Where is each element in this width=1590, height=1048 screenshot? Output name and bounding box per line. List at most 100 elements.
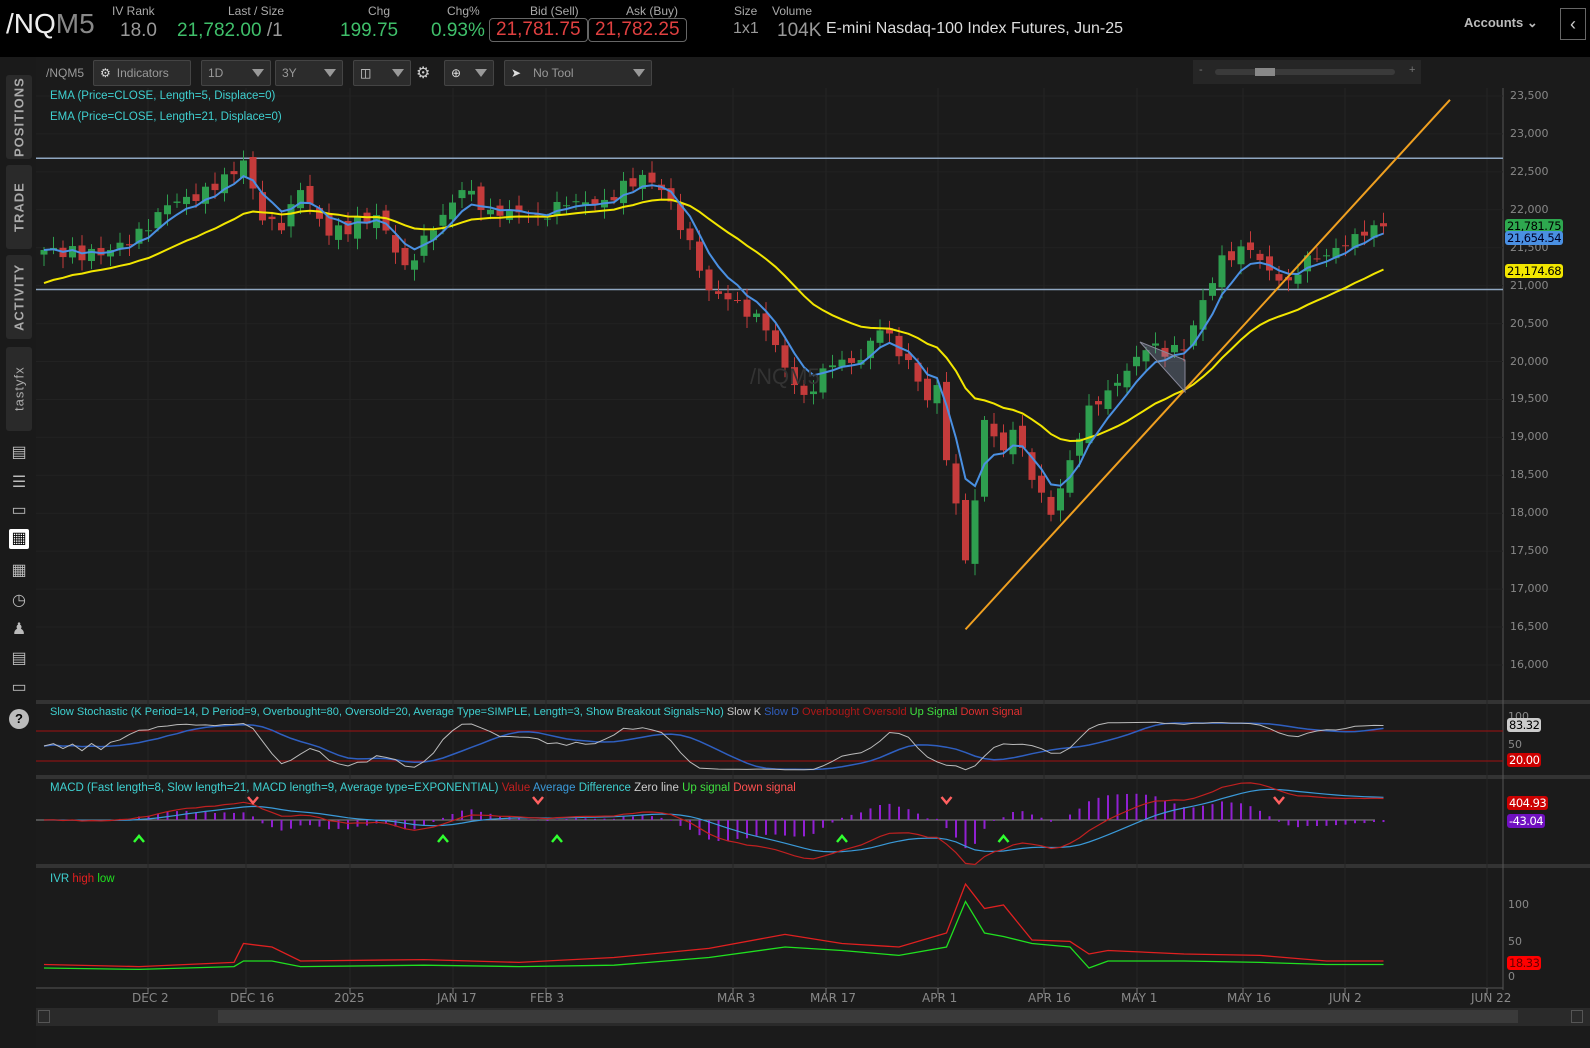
candle-body: [1009, 429, 1017, 455]
candle-body: [829, 365, 836, 368]
candle-body: [268, 216, 276, 220]
price-axis-label: 22,500: [1510, 164, 1549, 178]
candle-body: [1228, 251, 1235, 261]
ivr-study-label[interactable]: IVR: [50, 873, 69, 885]
candle-body: [772, 330, 779, 346]
candle-body: [335, 225, 342, 240]
up-signal-arrow: [836, 834, 848, 843]
scroll-left-button[interactable]: [38, 1010, 50, 1023]
candle-body: [173, 201, 181, 203]
candle-body: [192, 194, 200, 201]
candle-body: [1047, 496, 1055, 515]
price-axis-label: 17,000: [1510, 582, 1549, 596]
price-axis-label: 20,500: [1510, 316, 1549, 330]
candle-body: [88, 248, 95, 262]
candle-body: [762, 313, 770, 331]
legend-overbought: Overbought: [802, 706, 860, 718]
candle-body: [810, 391, 817, 395]
date-axis-label: DEC 2: [132, 991, 169, 1005]
candle-body: [696, 241, 703, 271]
ema21-study-label[interactable]: EMA (Price=CLOSE, Length=21, Displace=0): [50, 111, 282, 123]
up-signal-arrow: [997, 834, 1010, 843]
candle-body: [1038, 475, 1045, 493]
candle-body: [1294, 274, 1302, 284]
watermark-symbol: /NQM5: [750, 364, 820, 389]
candle-body: [278, 222, 285, 231]
price-axis-label: 16,500: [1510, 620, 1549, 634]
candle-body: [411, 260, 418, 270]
candle-body: [971, 500, 979, 564]
candle-body: [943, 381, 950, 461]
slow-k-line: [43, 721, 1384, 771]
candle-body: [1104, 390, 1112, 409]
candle-body: [1266, 256, 1273, 271]
price-axis-label: 20,000: [1510, 354, 1549, 368]
stoch-study-label[interactable]: Slow Stochastic (K Period=14, D Period=9…: [50, 706, 724, 718]
candle-body: [753, 313, 760, 318]
candle-body: [1323, 255, 1330, 257]
slow-d-line: [43, 722, 1384, 771]
date-axis-label: FEB 3: [530, 991, 565, 1005]
down-signal-arrow: [532, 796, 544, 805]
price-axis-label: 17,500: [1510, 544, 1549, 558]
candle-body: [1256, 253, 1264, 261]
date-axis-label: 2025: [334, 991, 365, 1005]
price-axis-label: 18,500: [1510, 468, 1549, 482]
down-signal-arrow: [247, 796, 259, 805]
candle-body: [1152, 343, 1159, 346]
candle-body: [458, 190, 466, 199]
ivr-axis-100: 100: [1508, 898, 1529, 911]
legend-slow-k: Slow K: [726, 706, 762, 718]
price-axis-label: 19,500: [1510, 392, 1549, 406]
candle-body: [848, 358, 855, 363]
date-axis-label: DEC 16: [230, 991, 275, 1005]
candle-body: [705, 269, 713, 291]
price-axis-label: 23,000: [1510, 126, 1549, 140]
ema5-study-label[interactable]: EMA (Price=CLOSE, Length=5, Displace=0): [50, 90, 275, 102]
candle-body: [1057, 488, 1064, 511]
price-chart-svg[interactable]: [0, 0, 1590, 1048]
legend-slow-d: Slow D: [764, 706, 799, 718]
macd-study-label[interactable]: MACD (Fast length=8, Slow length=21, MAC…: [50, 782, 499, 794]
legend-value: Value: [501, 782, 531, 794]
candle-body: [382, 210, 390, 231]
down-signal-arrow: [940, 796, 953, 805]
candle-body: [743, 299, 751, 317]
price-axis-label: 18,000: [1510, 506, 1549, 520]
candle-body: [1380, 223, 1387, 227]
scroll-right-button[interactable]: [1571, 1010, 1583, 1023]
candle-body: [1209, 283, 1216, 296]
horizontal-scrollbar[interactable]: [36, 1008, 1590, 1026]
candle-body: [1247, 242, 1254, 251]
ivr-axis-0: 0: [1508, 970, 1515, 983]
stoch-k-tag: 83.32: [1507, 718, 1542, 732]
macd-legend: MACD (Fast length=8, Slow length=21, MAC…: [50, 782, 796, 794]
legend-zero-line: Zero line: [634, 782, 679, 794]
date-axis-label: JUN 22: [1471, 991, 1512, 1005]
candle-body: [1218, 255, 1226, 288]
candle-body: [620, 180, 627, 204]
legend-high: high: [72, 873, 95, 885]
ema21-tag: 21,174.68: [1505, 264, 1564, 278]
scrollbar-thumb[interactable]: [218, 1010, 1518, 1023]
candle-body: [715, 291, 722, 294]
ema21-line: [43, 198, 1384, 443]
date-axis-label: MAY 16: [1227, 991, 1272, 1005]
candle-body: [990, 423, 998, 437]
candle-body: [1123, 370, 1131, 388]
candle-body: [572, 201, 580, 203]
candle-body: [1133, 356, 1140, 367]
date-axis-label: JUN 2: [1329, 991, 1362, 1005]
macd-value-tag: 404.93: [1507, 796, 1549, 810]
candle-body: [962, 499, 969, 561]
candle-body: [183, 196, 190, 205]
candle-body: [1019, 425, 1026, 449]
date-axis-label: MAR 3: [717, 991, 756, 1005]
candle-body: [1095, 401, 1102, 405]
price-axis-label: 22,000: [1510, 202, 1549, 216]
candle-body: [97, 248, 105, 256]
candle-body: [648, 172, 656, 183]
candle-body: [401, 247, 409, 266]
candle-body: [1342, 245, 1349, 247]
candle-body: [306, 185, 314, 204]
